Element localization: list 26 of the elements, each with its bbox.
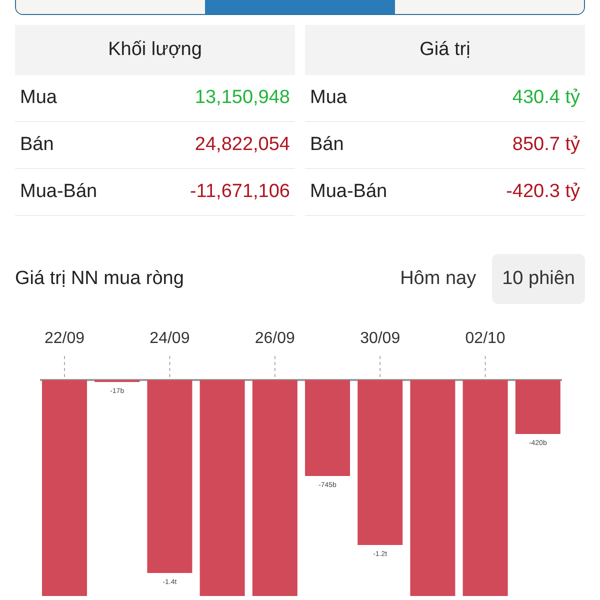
row-value: 430.4 tỷ xyxy=(512,86,580,110)
row-value: 13,150,948 xyxy=(194,86,290,110)
date-label: 22/09 xyxy=(44,330,85,347)
date-label: 02/10 xyxy=(465,330,506,347)
column-header: Khối lượng xyxy=(15,25,295,75)
tab[interactable] xyxy=(16,0,206,14)
row-label: Mua xyxy=(20,86,57,110)
row-value: 850.7 tỷ xyxy=(512,132,580,157)
date-label: 24/09 xyxy=(150,330,190,347)
date-label: 26/09 xyxy=(254,330,295,347)
row-label: Bán xyxy=(20,132,54,157)
period-toggle[interactable]: 10 phiên xyxy=(492,254,585,304)
row-label: Mua xyxy=(310,86,347,110)
row-value: -11,671,106 xyxy=(190,180,290,204)
row-label: Bán xyxy=(310,132,344,157)
row-label: Mua-Bán xyxy=(20,180,98,204)
column-header: Giá trị xyxy=(305,25,585,75)
period-toggle[interactable]: Hôm nay xyxy=(390,254,486,304)
row-label: Mua-Bán xyxy=(310,180,388,204)
tab[interactable] xyxy=(205,0,395,14)
row-value: 24,822,054 xyxy=(194,132,290,157)
section-title: Giá trị NN mua ròng xyxy=(15,266,184,291)
date-label: 30/09 xyxy=(360,330,400,347)
tab[interactable] xyxy=(394,0,584,14)
row-value: -420.3 tỷ xyxy=(506,180,580,204)
bar xyxy=(515,380,560,434)
